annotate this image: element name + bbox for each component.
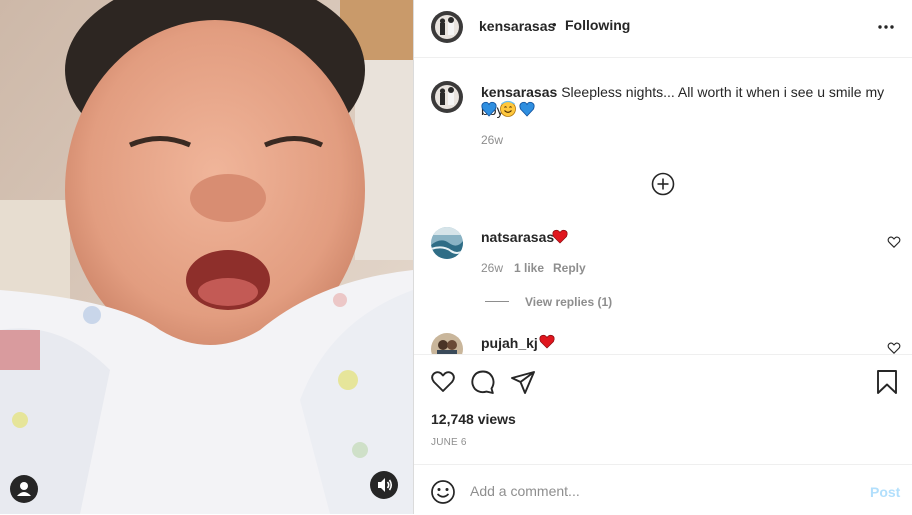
tagged-user-button[interactable] [10, 475, 38, 503]
avatar-image [431, 227, 463, 259]
red-heart-icon [552, 229, 568, 244]
share-button[interactable] [510, 369, 536, 395]
comments-list: kensarasas Sleepless nights... All worth… [414, 58, 912, 354]
reply-button[interactable]: Reply [553, 261, 586, 275]
caption-emojis [481, 100, 535, 117]
like-button[interactable] [430, 369, 456, 395]
more-options-button[interactable] [874, 17, 898, 37]
caption-emoji-row [481, 100, 537, 118]
mute-button[interactable] [370, 471, 398, 499]
like-comment-button[interactable] [887, 235, 901, 249]
user-icon [17, 482, 31, 496]
comment-username[interactable]: natsarasas [481, 229, 554, 245]
avatar-image [431, 11, 463, 43]
speaker-icon [378, 478, 393, 492]
view-count[interactable]: 12,748 views [431, 411, 516, 427]
red-heart-icon [539, 334, 555, 349]
emoji-picker-button[interactable] [430, 479, 456, 505]
save-button[interactable] [875, 369, 899, 395]
avatar-image [431, 81, 463, 113]
caption-timestamp[interactable]: 26w [481, 133, 503, 147]
bookmark-icon [877, 370, 897, 394]
post-date[interactable]: JUNE 6 [431, 437, 467, 448]
caption-username[interactable]: kensarasas [481, 84, 557, 100]
paper-plane-icon [511, 371, 535, 394]
blue-heart-icon [519, 101, 535, 117]
post-header: kensarasas • Following [414, 0, 912, 58]
post-actions: 12,748 views JUNE 6 [414, 354, 912, 465]
comment-username[interactable]: pujah_kj [481, 335, 538, 351]
commenter-avatar[interactable] [431, 227, 463, 259]
heart-outline-icon [887, 236, 901, 248]
comment-composer: Post [414, 464, 912, 515]
comment-timestamp[interactable]: 26w [481, 261, 503, 275]
heart-icon [431, 371, 455, 392]
view-replies-line [485, 301, 509, 302]
comment-likes[interactable]: 1 like [514, 261, 544, 275]
comment-bubble-icon [471, 370, 495, 394]
video-frame [0, 0, 413, 514]
like-comment-button[interactable] [887, 341, 901, 354]
blue-heart-icon [481, 101, 497, 117]
commenter-avatar[interactable] [431, 333, 463, 354]
comment-button[interactable] [470, 369, 496, 395]
following-button[interactable]: Following [565, 17, 630, 33]
load-more-comments-button[interactable] [651, 172, 675, 196]
avatar-image [431, 333, 463, 354]
smiling-face-icon [500, 100, 516, 117]
ellipsis-icon [878, 25, 894, 29]
post-comment-button[interactable]: Post [870, 484, 900, 500]
author-username[interactable]: kensarasas [479, 18, 555, 34]
post-details-panel: kensarasas • Following kensarasas Sleepl… [414, 0, 912, 514]
comment-input[interactable] [470, 479, 850, 503]
view-replies-button[interactable]: View replies (1) [525, 295, 612, 309]
heart-outline-icon [887, 342, 901, 354]
plus-circle-icon [651, 172, 675, 196]
post-video[interactable] [0, 0, 413, 514]
author-avatar[interactable] [431, 11, 463, 43]
smiley-icon [431, 480, 455, 504]
caption-avatar[interactable] [431, 81, 463, 113]
follow-separator: • [552, 17, 557, 32]
